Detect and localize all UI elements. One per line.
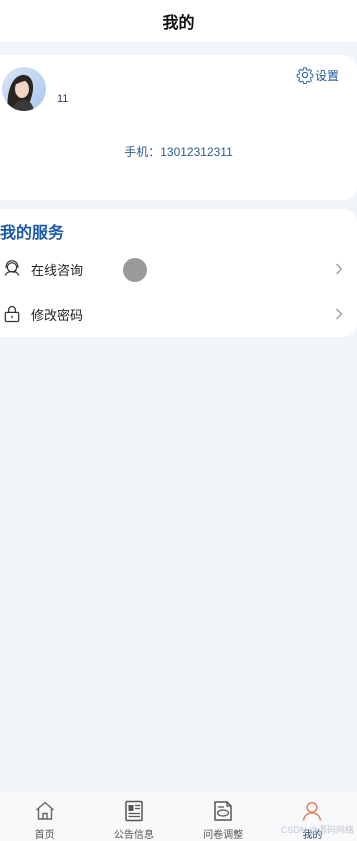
profile-card: 11 设置 手机：13012312311 — [0, 55, 357, 200]
tab-home[interactable]: 首页 — [0, 791, 89, 841]
tab-label: 公告信息 — [113, 830, 154, 841]
home-icon — [35, 801, 54, 820]
service-item-label: 修改密码 — [31, 307, 84, 323]
top-nav-bar: 我的 — [0, 0, 357, 42]
tab-announcements[interactable]: 公告信息 — [89, 791, 178, 841]
newspaper-icon — [125, 800, 143, 822]
service-item-label: 在线咨询 — [31, 262, 84, 278]
avatar-image — [2, 67, 46, 111]
page-title: 我的 — [162, 15, 195, 32]
headset-icon — [4, 260, 20, 276]
chevron-right-icon — [336, 308, 343, 320]
chevron-right-icon — [336, 263, 343, 275]
services-card: 我的服务 在线咨询 修改密码 — [0, 209, 357, 337]
lock-icon — [4, 305, 20, 323]
settings-label: 设置 — [314, 68, 339, 83]
service-item-change-password[interactable]: 修改密码 — [0, 294, 357, 334]
gear-icon — [296, 67, 314, 84]
phone-number: 手机：13012312311 — [124, 145, 233, 159]
tab-survey[interactable]: 问卷调整 — [179, 791, 268, 841]
avatar[interactable] — [2, 67, 46, 111]
user-icon — [303, 801, 322, 821]
services-title: 我的服务 — [0, 225, 65, 242]
touch-indicator — [123, 258, 147, 282]
watermark: CSDN @源码网络 — [280, 825, 354, 835]
username: 11 — [57, 93, 69, 105]
tab-label: 问卷调整 — [203, 830, 244, 841]
settings-button[interactable]: 设置 — [296, 66, 339, 84]
tab-label: 首页 — [34, 830, 55, 841]
service-item-online-consult[interactable]: 在线咨询 — [0, 249, 357, 289]
survey-icon — [214, 801, 232, 821]
